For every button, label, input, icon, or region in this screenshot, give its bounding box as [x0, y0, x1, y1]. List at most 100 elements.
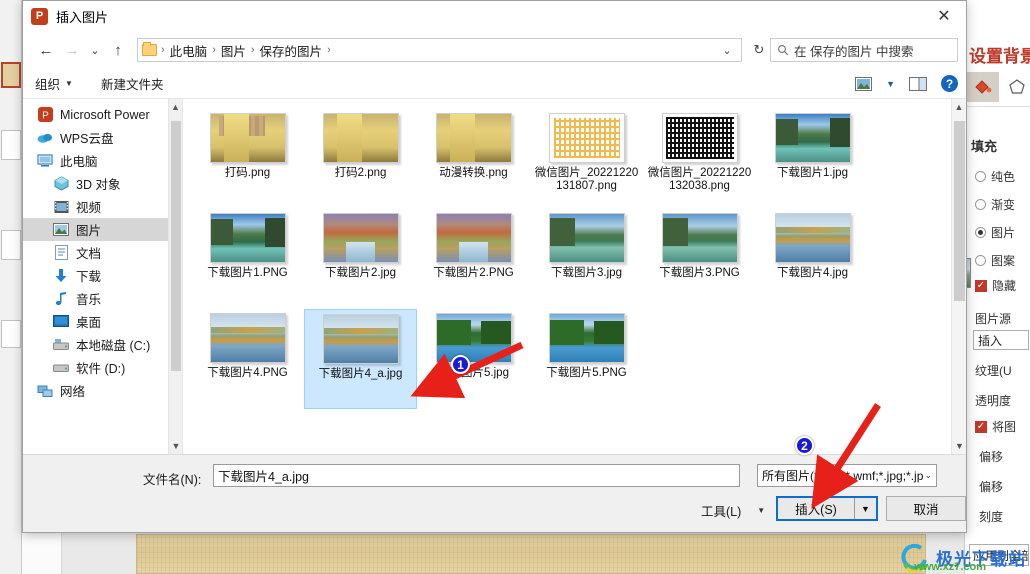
file-item[interactable]: 下载图片4.jpg [756, 209, 869, 309]
file-item[interactable]: 下载图片2.PNG [417, 209, 530, 309]
sidebar-item-label: 网络 [60, 385, 86, 399]
file-item-selected[interactable]: 下载图片4_a.jpg [304, 309, 417, 409]
scrollbar-thumb[interactable] [171, 121, 181, 371]
insert-button[interactable]: 插入(S) ▼ [776, 496, 878, 521]
slide-thumbnail[interactable] [1, 320, 21, 348]
sidebar-item-downloads[interactable]: 下载 [23, 264, 182, 287]
file-item[interactable]: 打码2.png [304, 109, 417, 209]
search-input[interactable]: 在 保存的图片 中搜索 [770, 38, 958, 62]
file-item[interactable]: 打码.png [191, 109, 304, 209]
insert-dropdown-icon[interactable]: ▼ [854, 498, 876, 519]
file-item[interactable]: 下载图片4.PNG [191, 309, 304, 409]
breadcrumb-item-2[interactable]: 保存的图片 [257, 41, 326, 60]
slide-thumbnail[interactable] [1, 130, 21, 160]
recent-locations-button[interactable]: ⌄ [85, 37, 105, 63]
sidebar-item-label: 本地磁盘 (C:) [76, 339, 151, 353]
sidebar-item-documents[interactable]: 文档 [23, 241, 182, 264]
sidebar-item-3d-objects[interactable]: 3D 对象 [23, 172, 182, 195]
breadcrumb-item-1[interactable]: 图片 [218, 41, 249, 60]
file-item[interactable]: 下载图片3.jpg [530, 209, 643, 309]
file-item[interactable]: 下载图片2.jpg [304, 209, 417, 309]
radio-icon [975, 255, 986, 266]
watermark-url: www.xz7.com [914, 561, 986, 573]
cancel-button[interactable]: 取消 [886, 496, 966, 521]
fill-section-header[interactable]: ⌄ 填充 [959, 136, 997, 155]
sidebar-item-pictures[interactable]: 图片 [23, 218, 182, 241]
slide-canvas[interactable] [136, 534, 926, 574]
back-button[interactable]: ← [33, 37, 59, 63]
up-button[interactable]: ↑ [105, 37, 131, 63]
file-item[interactable]: 下载图片3.PNG [643, 209, 756, 309]
slide-thumbnail[interactable] [1, 62, 21, 88]
cloud-icon [37, 130, 53, 146]
close-icon[interactable]: ✕ [922, 1, 966, 31]
file-thumbnail [435, 213, 512, 263]
dialog-body: P Microsoft Power WPS云盘 此电脑 3D 对象 视频 图片 … [23, 99, 966, 454]
sidebar-item-wps-cloud[interactable]: WPS云盘 [23, 126, 182, 149]
checkbox-checked-icon: ✓ [975, 420, 987, 433]
slide-thumbnail-rail [0, 0, 22, 574]
format-pane-icon-row [965, 70, 1030, 104]
annotation-badge-1: 1 [451, 355, 470, 374]
scrollbar-thumb[interactable] [954, 121, 965, 301]
navigation-sidebar: P Microsoft Power WPS云盘 此电脑 3D 对象 视频 图片 … [23, 99, 183, 454]
file-item[interactable]: 微信图片_20221220131807.png [530, 109, 643, 209]
preview-pane-icon[interactable] [909, 76, 927, 91]
sidebar-item-network[interactable]: 网络 [23, 379, 182, 402]
fill-option-gradient[interactable]: 渐变 [975, 196, 1015, 213]
fill-option-solid[interactable]: 纯色 [975, 168, 1015, 185]
sidebar-item-music[interactable]: 音乐 [23, 287, 182, 310]
file-item[interactable]: 微信图片_20221220132038.png [643, 109, 756, 209]
sidebar-scrollbar[interactable]: ▲ ▼ [168, 99, 182, 454]
sidebar-item-local-disk-c[interactable]: 本地磁盘 (C:) [23, 333, 182, 356]
effects-pentagon-icon[interactable] [1001, 72, 1030, 102]
file-name: 下载图片1.PNG [207, 267, 288, 279]
powerpoint-icon: P [37, 107, 53, 123]
file-name: 下载图片2.jpg [325, 267, 396, 279]
slide-thumbnail[interactable] [1, 230, 21, 260]
refresh-button[interactable]: ↻ [748, 42, 770, 58]
insert-picture-button[interactable]: 插入 [973, 330, 1029, 350]
new-folder-button[interactable]: 新建文件夹 [101, 74, 164, 93]
search-icon [778, 45, 789, 56]
folder-icon [142, 42, 157, 56]
file-list-scrollbar[interactable]: ▲ ▼ [951, 99, 966, 454]
sidebar-item-videos[interactable]: 视频 [23, 195, 182, 218]
help-icon[interactable]: ? [941, 75, 958, 92]
scroll-down-icon[interactable]: ▼ [952, 438, 966, 454]
fill-option-pattern[interactable]: 图案 [975, 252, 1015, 269]
hide-graphics-checkbox[interactable]: ✓ 隐藏 [975, 277, 1016, 294]
sidebar-item-microsoft-powerpoint[interactable]: P Microsoft Power [23, 103, 182, 126]
breadcrumb[interactable]: › 此电脑 › 图片 › 保存的图片 › ⌄ [137, 38, 742, 62]
view-icon[interactable] [855, 76, 873, 91]
drive-icon [53, 360, 69, 376]
scroll-down-icon[interactable]: ▼ [169, 438, 182, 454]
sidebar-item-this-pc[interactable]: 此电脑 [23, 149, 182, 172]
fill-option-picture[interactable]: 图片 [975, 224, 1015, 241]
file-name: 下载图片2.PNG [433, 267, 514, 279]
breadcrumb-item-0[interactable]: 此电脑 [167, 41, 211, 60]
fill-option-label: 纯色 [991, 170, 1016, 184]
filetype-select[interactable]: 所有图片(*.emf;*.wmf;*.jpg;*.jp ⌄ [757, 464, 937, 487]
filename-input[interactable]: 下载图片4_a.jpg [213, 464, 740, 487]
dialog-titlebar: P 插入图片 ✕ [23, 1, 966, 31]
file-name: 微信图片_20221220131807.png [534, 167, 639, 192]
file-item[interactable]: 下载图片5.PNG [530, 309, 643, 409]
file-item[interactable]: 下载图片1.jpg [756, 109, 869, 209]
sidebar-item-software-d[interactable]: 软件 (D:) [23, 356, 182, 379]
sidebar-item-label: 音乐 [76, 293, 102, 307]
tools-button[interactable]: 工具(L) ▼ [701, 501, 765, 520]
file-item[interactable]: 下载图片1.PNG [191, 209, 304, 309]
fill-bucket-icon[interactable] [967, 72, 999, 102]
scroll-up-icon[interactable]: ▲ [169, 99, 182, 115]
tile-picture-checkbox[interactable]: ✓ 将图 [975, 418, 1016, 435]
scroll-up-icon[interactable]: ▲ [952, 99, 966, 115]
sidebar-item-desktop[interactable]: 桌面 [23, 310, 182, 333]
file-name: 打码.png [224, 167, 271, 179]
breadcrumb-dropdown-icon[interactable]: ⌄ [717, 44, 737, 57]
view-caret-icon[interactable]: ▼ [886, 79, 895, 89]
organize-button[interactable]: 组织 ▼ [35, 74, 73, 93]
forward-button[interactable]: → [59, 37, 85, 63]
file-item[interactable]: 下载图片5.jpg [417, 309, 530, 409]
file-item[interactable]: 动漫转换.png [417, 109, 530, 209]
